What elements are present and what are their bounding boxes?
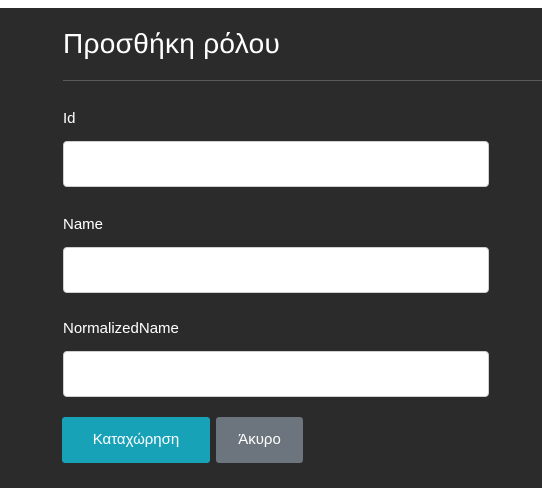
id-label: Id <box>63 110 76 127</box>
title-divider <box>63 80 542 81</box>
name-label: Name <box>63 216 104 233</box>
add-role-form: Προσθήκη ρόλου Id Name NormalizedName Κα… <box>0 8 542 488</box>
normalized-name-input[interactable] <box>63 351 489 397</box>
name-input[interactable] <box>63 247 489 293</box>
cancel-button[interactable]: Άκυρο <box>216 417 303 463</box>
id-input[interactable] <box>63 141 489 187</box>
normalized-name-label: NormalizedName <box>63 320 179 337</box>
page-title: Προσθήκη ρόλου <box>63 28 281 59</box>
submit-button[interactable]: Καταχώρηση <box>62 417 210 463</box>
